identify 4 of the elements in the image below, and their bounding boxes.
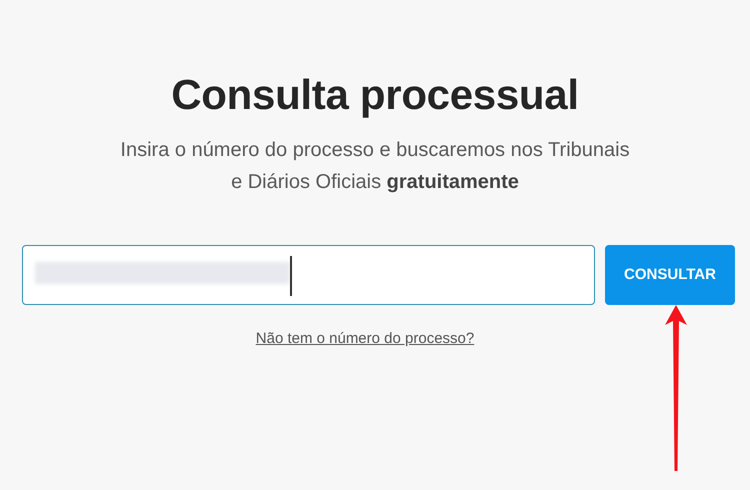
- help-link[interactable]: Não tem o número do processo?: [256, 330, 474, 348]
- input-field[interactable]: [22, 245, 595, 306]
- subtitle-text: Insira o número do processo e buscaremos nos Tribunais e Diários Oficiais gratuitamente: [119, 138, 631, 196]
- page-title: Consulta processual: [170, 70, 580, 120]
